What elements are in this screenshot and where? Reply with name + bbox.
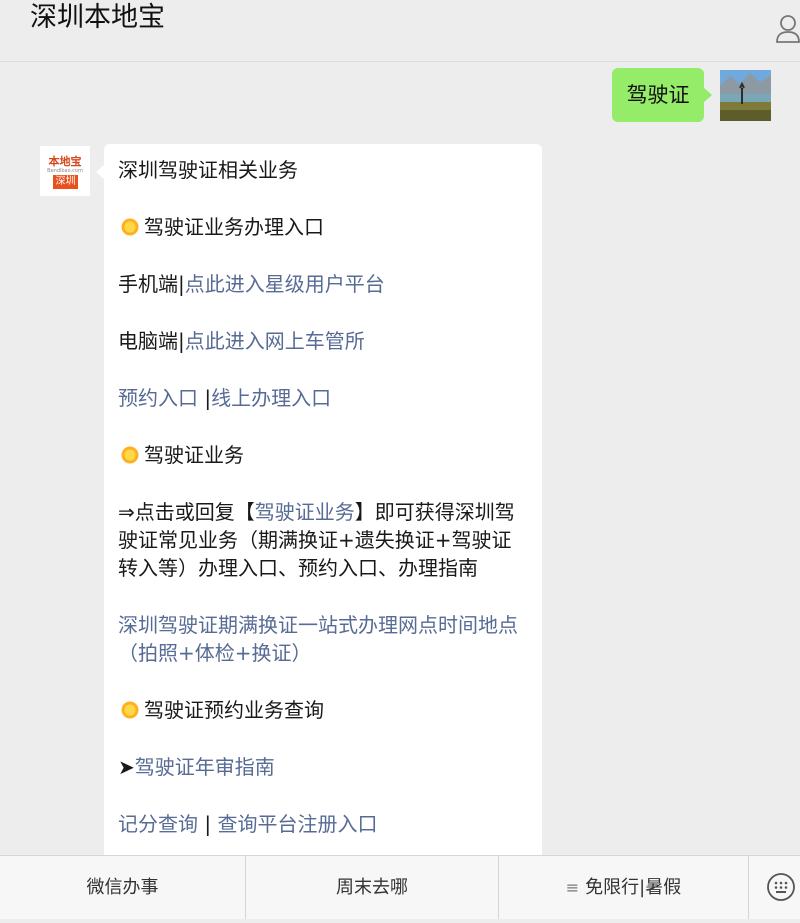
menu-item-weekend[interactable]: 周末去哪 bbox=[245, 856, 498, 919]
mobile-link[interactable]: 点此进入星级用户平台 bbox=[185, 272, 385, 296]
section-title-text: 驾驶证预约业务查询 bbox=[144, 698, 324, 722]
appointment-separator: | bbox=[198, 386, 212, 410]
menu-item-label: 周末去哪 bbox=[336, 877, 408, 898]
menu-list-icon: ≡ bbox=[565, 878, 580, 897]
mobile-prefix: 手机端| bbox=[118, 272, 185, 296]
bot-avatar[interactable]: 本地宝 Bendibao.com 深圳 bbox=[40, 146, 90, 196]
station-link[interactable]: 深圳驾驶证期满换证一站式办理网点时间地点（拍照+体检+换证） bbox=[118, 611, 528, 667]
sun-icon bbox=[121, 446, 139, 464]
avatar-url: Bendibao.com bbox=[47, 168, 83, 174]
header: 深圳本地宝 bbox=[0, 0, 800, 62]
page-title: 深圳本地宝 bbox=[30, 2, 165, 33]
pc-link[interactable]: 点此进入网上车管所 bbox=[185, 329, 365, 353]
annual-review-entry: ➤驾驶证年审指南 bbox=[118, 753, 528, 781]
person-icon[interactable] bbox=[776, 10, 800, 44]
menu-item-wechat-services[interactable]: 微信办事 bbox=[0, 856, 245, 919]
appointment-link[interactable]: 预约入口 bbox=[118, 386, 198, 410]
section-title: 驾驶证业务办理入口 bbox=[118, 213, 528, 241]
mobile-entry: 手机端|点此进入星级用户平台 bbox=[118, 270, 528, 298]
menu-item-label: 微信办事 bbox=[86, 877, 159, 898]
arrow-icon: ➤ bbox=[118, 755, 135, 779]
bottom-menu: 微信办事 周末去哪 ≡ 免限行|暑假 bbox=[0, 855, 800, 919]
annual-review-link[interactable]: 驾驶证年审指南 bbox=[135, 755, 275, 779]
section-title-text: 驾驶证业务办理入口 bbox=[144, 215, 324, 239]
reply-keyword-link[interactable]: 驾驶证业务 bbox=[255, 500, 355, 524]
register-link[interactable]: 查询平台注册入口 bbox=[217, 812, 377, 836]
avatar-brand: 本地宝 bbox=[48, 155, 82, 168]
sun-icon bbox=[121, 218, 139, 236]
user-message-bubble: 驾驶证 bbox=[612, 68, 712, 122]
reply-prefix: ⇒点击或回复【 bbox=[118, 500, 255, 524]
section-title: 驾驶证业务 bbox=[118, 441, 528, 469]
pc-prefix: 电脑端| bbox=[118, 329, 185, 353]
appointment-entry: 预约入口 |线上办理入口 bbox=[118, 384, 528, 412]
bot-message-bubble: 深圳驾驶证相关业务 驾驶证业务办理入口 手机端|点此进入星级用户平台 电脑端|点… bbox=[96, 144, 542, 855]
keyboard-icon[interactable] bbox=[748, 856, 800, 919]
reply-instruction: ⇒点击或回复【驾驶证业务】即可获得深圳驾驶证常见业务（期满换证+遗失换证+驾驶证… bbox=[118, 498, 528, 582]
section-title-text: 驾驶证业务 bbox=[144, 443, 244, 467]
user-avatar[interactable] bbox=[720, 70, 771, 121]
chat-area[interactable]: 驾驶证 本地宝 Bendibao.com 深圳 深圳驾驶证相关业务 驾驶证业务办… bbox=[0, 62, 800, 855]
points-entry: 记分查询 | 查询平台注册入口 bbox=[118, 810, 528, 838]
points-link[interactable]: 记分查询 bbox=[118, 812, 198, 836]
menu-item-no-restriction[interactable]: ≡ 免限行|暑假 bbox=[498, 856, 748, 919]
pc-entry: 电脑端|点此进入网上车管所 bbox=[118, 327, 528, 355]
section-title: 驾驶证预约业务查询 bbox=[118, 696, 528, 724]
message-heading: 深圳驾驶证相关业务 bbox=[118, 158, 298, 182]
sun-icon bbox=[121, 701, 139, 719]
user-message-text: 驾驶证 bbox=[626, 83, 690, 107]
avatar-city: 深圳 bbox=[53, 175, 78, 189]
points-separator: | bbox=[198, 812, 218, 836]
online-link[interactable]: 线上办理入口 bbox=[211, 386, 331, 410]
menu-item-label: 免限行|暑假 bbox=[585, 877, 682, 898]
